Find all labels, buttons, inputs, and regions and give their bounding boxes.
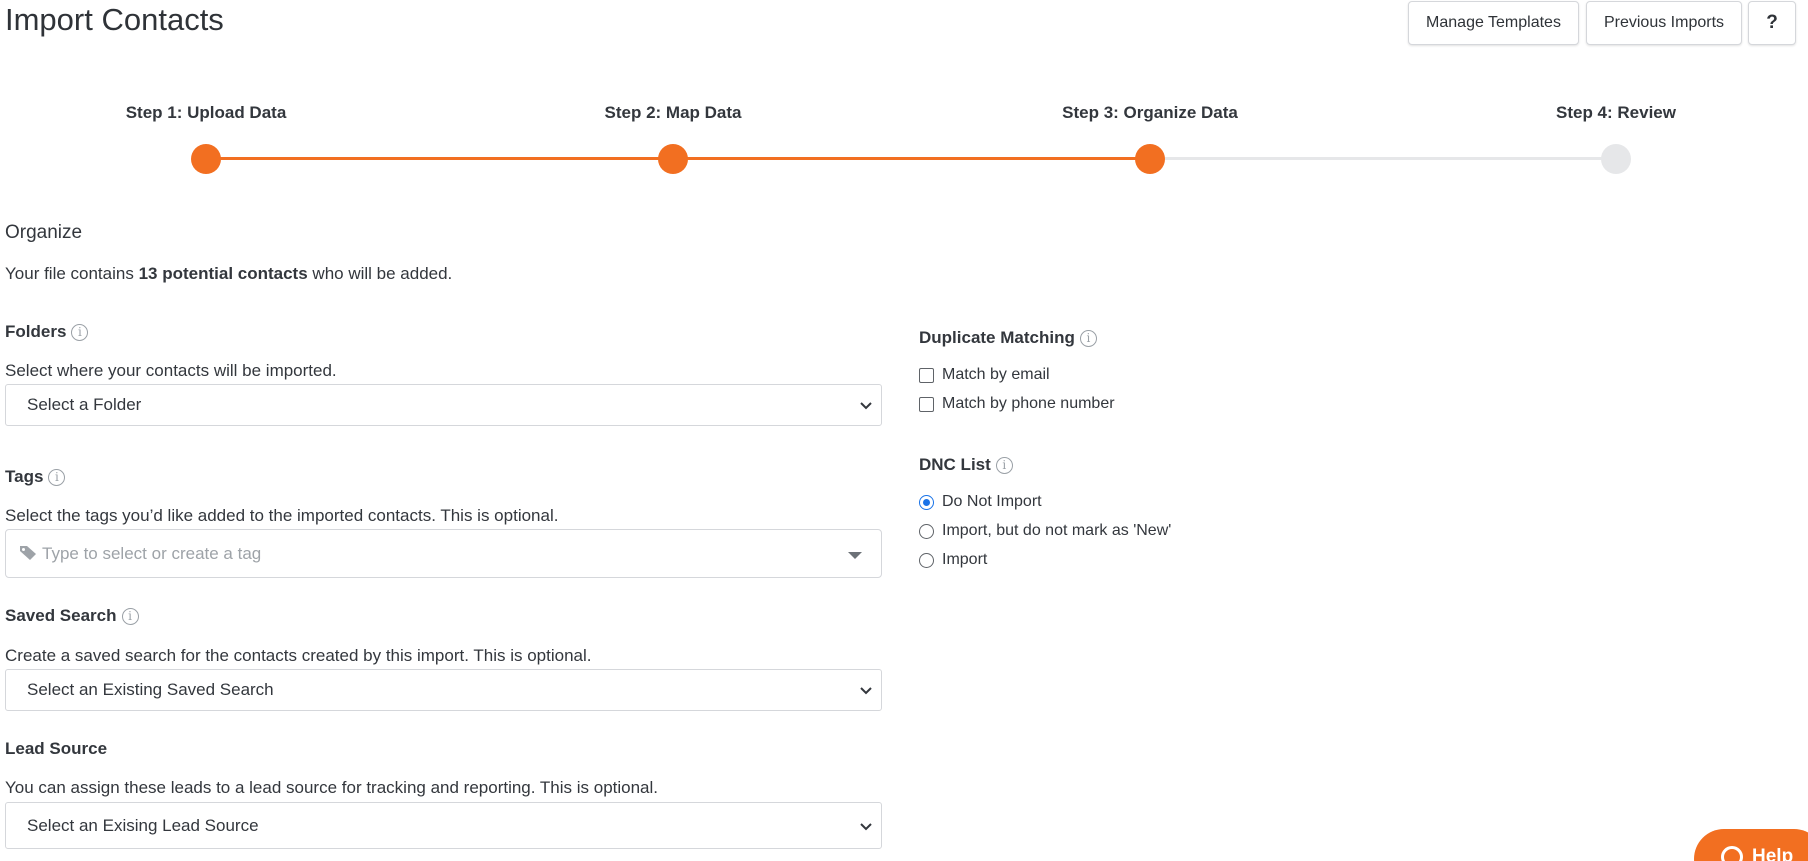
folders-help: Select where your contacts will be impor… — [5, 361, 337, 380]
tags-label-text: Tags — [5, 467, 44, 486]
match-by-email-checkbox[interactable] — [919, 367, 934, 383]
lead-source-select[interactable]: Select an Exising Lead Source — [5, 802, 882, 849]
duplicate-matching-label: Duplicate Matching i — [919, 328, 1097, 348]
lead-source-label: Lead Source — [5, 739, 107, 759]
lead-source-help: You can assign these leads to a lead sou… — [5, 778, 659, 797]
folders-label: Folders i — [5, 322, 89, 342]
info-icon[interactable]: i — [1079, 329, 1097, 347]
chevron-down-icon — [860, 402, 872, 410]
tag-input-placeholder: Type to select or create a tag — [42, 544, 262, 563]
dnc-list-label-text: DNC List — [919, 455, 991, 474]
tags-label: Tags i — [5, 467, 66, 487]
summary-suffix: who will be added. — [307, 264, 453, 283]
summary-prefix: Your file contains — [5, 264, 139, 283]
step-track-1 — [206, 157, 673, 160]
info-icon[interactable]: i — [71, 323, 89, 341]
saved-search-help: Create a saved search for the contacts c… — [5, 646, 592, 665]
dnc-option-do-not-import[interactable]: Do Not Import — [919, 493, 1042, 511]
step-dot-map — [658, 144, 688, 174]
dnc-option-import-not-new-label: Import, but do not mark as 'New' — [942, 522, 1172, 539]
help-question-button[interactable]: ? — [1748, 1, 1796, 45]
dnc-option-import[interactable]: Import — [919, 551, 987, 569]
section-title-organize: Organize — [5, 222, 83, 243]
page-title: Import Contacts — [5, 2, 224, 37]
step-dot-upload — [191, 144, 221, 174]
match-by-phone-label: Match by phone number — [942, 395, 1115, 412]
summary-count: 13 potential contacts — [138, 264, 308, 283]
saved-search-label: Saved Search i — [5, 606, 139, 626]
saved-search-label-text: Saved Search — [5, 606, 117, 625]
step-track-2 — [673, 157, 1150, 160]
saved-search-select[interactable]: Select an Existing Saved Search — [5, 669, 882, 711]
info-icon[interactable]: i — [121, 607, 139, 625]
step-track-3 — [1150, 157, 1616, 160]
step-label-organize: Step 3: Organize Data — [1062, 103, 1238, 122]
match-by-email-option[interactable]: Match by email — [919, 366, 1050, 384]
previous-imports-button[interactable]: Previous Imports — [1586, 1, 1742, 45]
dnc-option-import-label: Import — [942, 551, 988, 568]
dnc-option-import-not-new[interactable]: Import, but do not mark as 'New' — [919, 522, 1171, 540]
help-widget-button[interactable]: Help — [1694, 829, 1808, 861]
manage-templates-button[interactable]: Manage Templates — [1408, 1, 1579, 45]
chevron-down-icon — [860, 822, 872, 830]
step-dot-review — [1601, 144, 1631, 174]
dnc-option-do-not-import-label: Do Not Import — [942, 493, 1042, 510]
dnc-radio-import-not-new[interactable] — [919, 523, 934, 539]
chevron-down-icon — [860, 687, 872, 695]
dnc-radio-import[interactable] — [919, 552, 934, 568]
step-dot-organize — [1135, 144, 1165, 174]
saved-search-select-value: Select an Existing Saved Search — [27, 680, 274, 699]
match-by-email-label: Match by email — [942, 366, 1050, 383]
match-by-phone-option[interactable]: Match by phone number — [919, 395, 1115, 413]
tags-help: Select the tags you’d like added to the … — [5, 506, 559, 525]
folder-select-value: Select a Folder — [27, 395, 142, 414]
match-by-phone-checkbox[interactable] — [919, 396, 934, 412]
step-label-map: Step 2: Map Data — [604, 103, 742, 122]
folders-label-text: Folders — [5, 322, 67, 341]
chat-bubble-icon — [1721, 846, 1743, 861]
caret-down-icon[interactable] — [848, 552, 862, 559]
step-label-upload: Step 1: Upload Data — [125, 103, 287, 122]
tag-input[interactable]: Type to select or create a tag — [5, 529, 882, 578]
lead-source-label-text: Lead Source — [5, 739, 108, 758]
duplicate-matching-label-text: Duplicate Matching — [919, 328, 1075, 347]
dnc-list-label: DNC List i — [919, 455, 1013, 475]
contacts-summary: Your file contains 13 potential contacts… — [5, 264, 452, 284]
info-icon[interactable]: i — [995, 456, 1013, 474]
folder-select[interactable]: Select a Folder — [5, 384, 882, 426]
step-label-review: Step 4: Review — [1556, 103, 1676, 122]
info-icon[interactable]: i — [48, 468, 66, 486]
lead-source-select-value: Select an Exising Lead Source — [27, 815, 259, 835]
help-widget-label: Help — [1752, 846, 1794, 861]
tag-icon — [20, 546, 36, 560]
dnc-radio-do-not-import[interactable] — [919, 494, 934, 510]
